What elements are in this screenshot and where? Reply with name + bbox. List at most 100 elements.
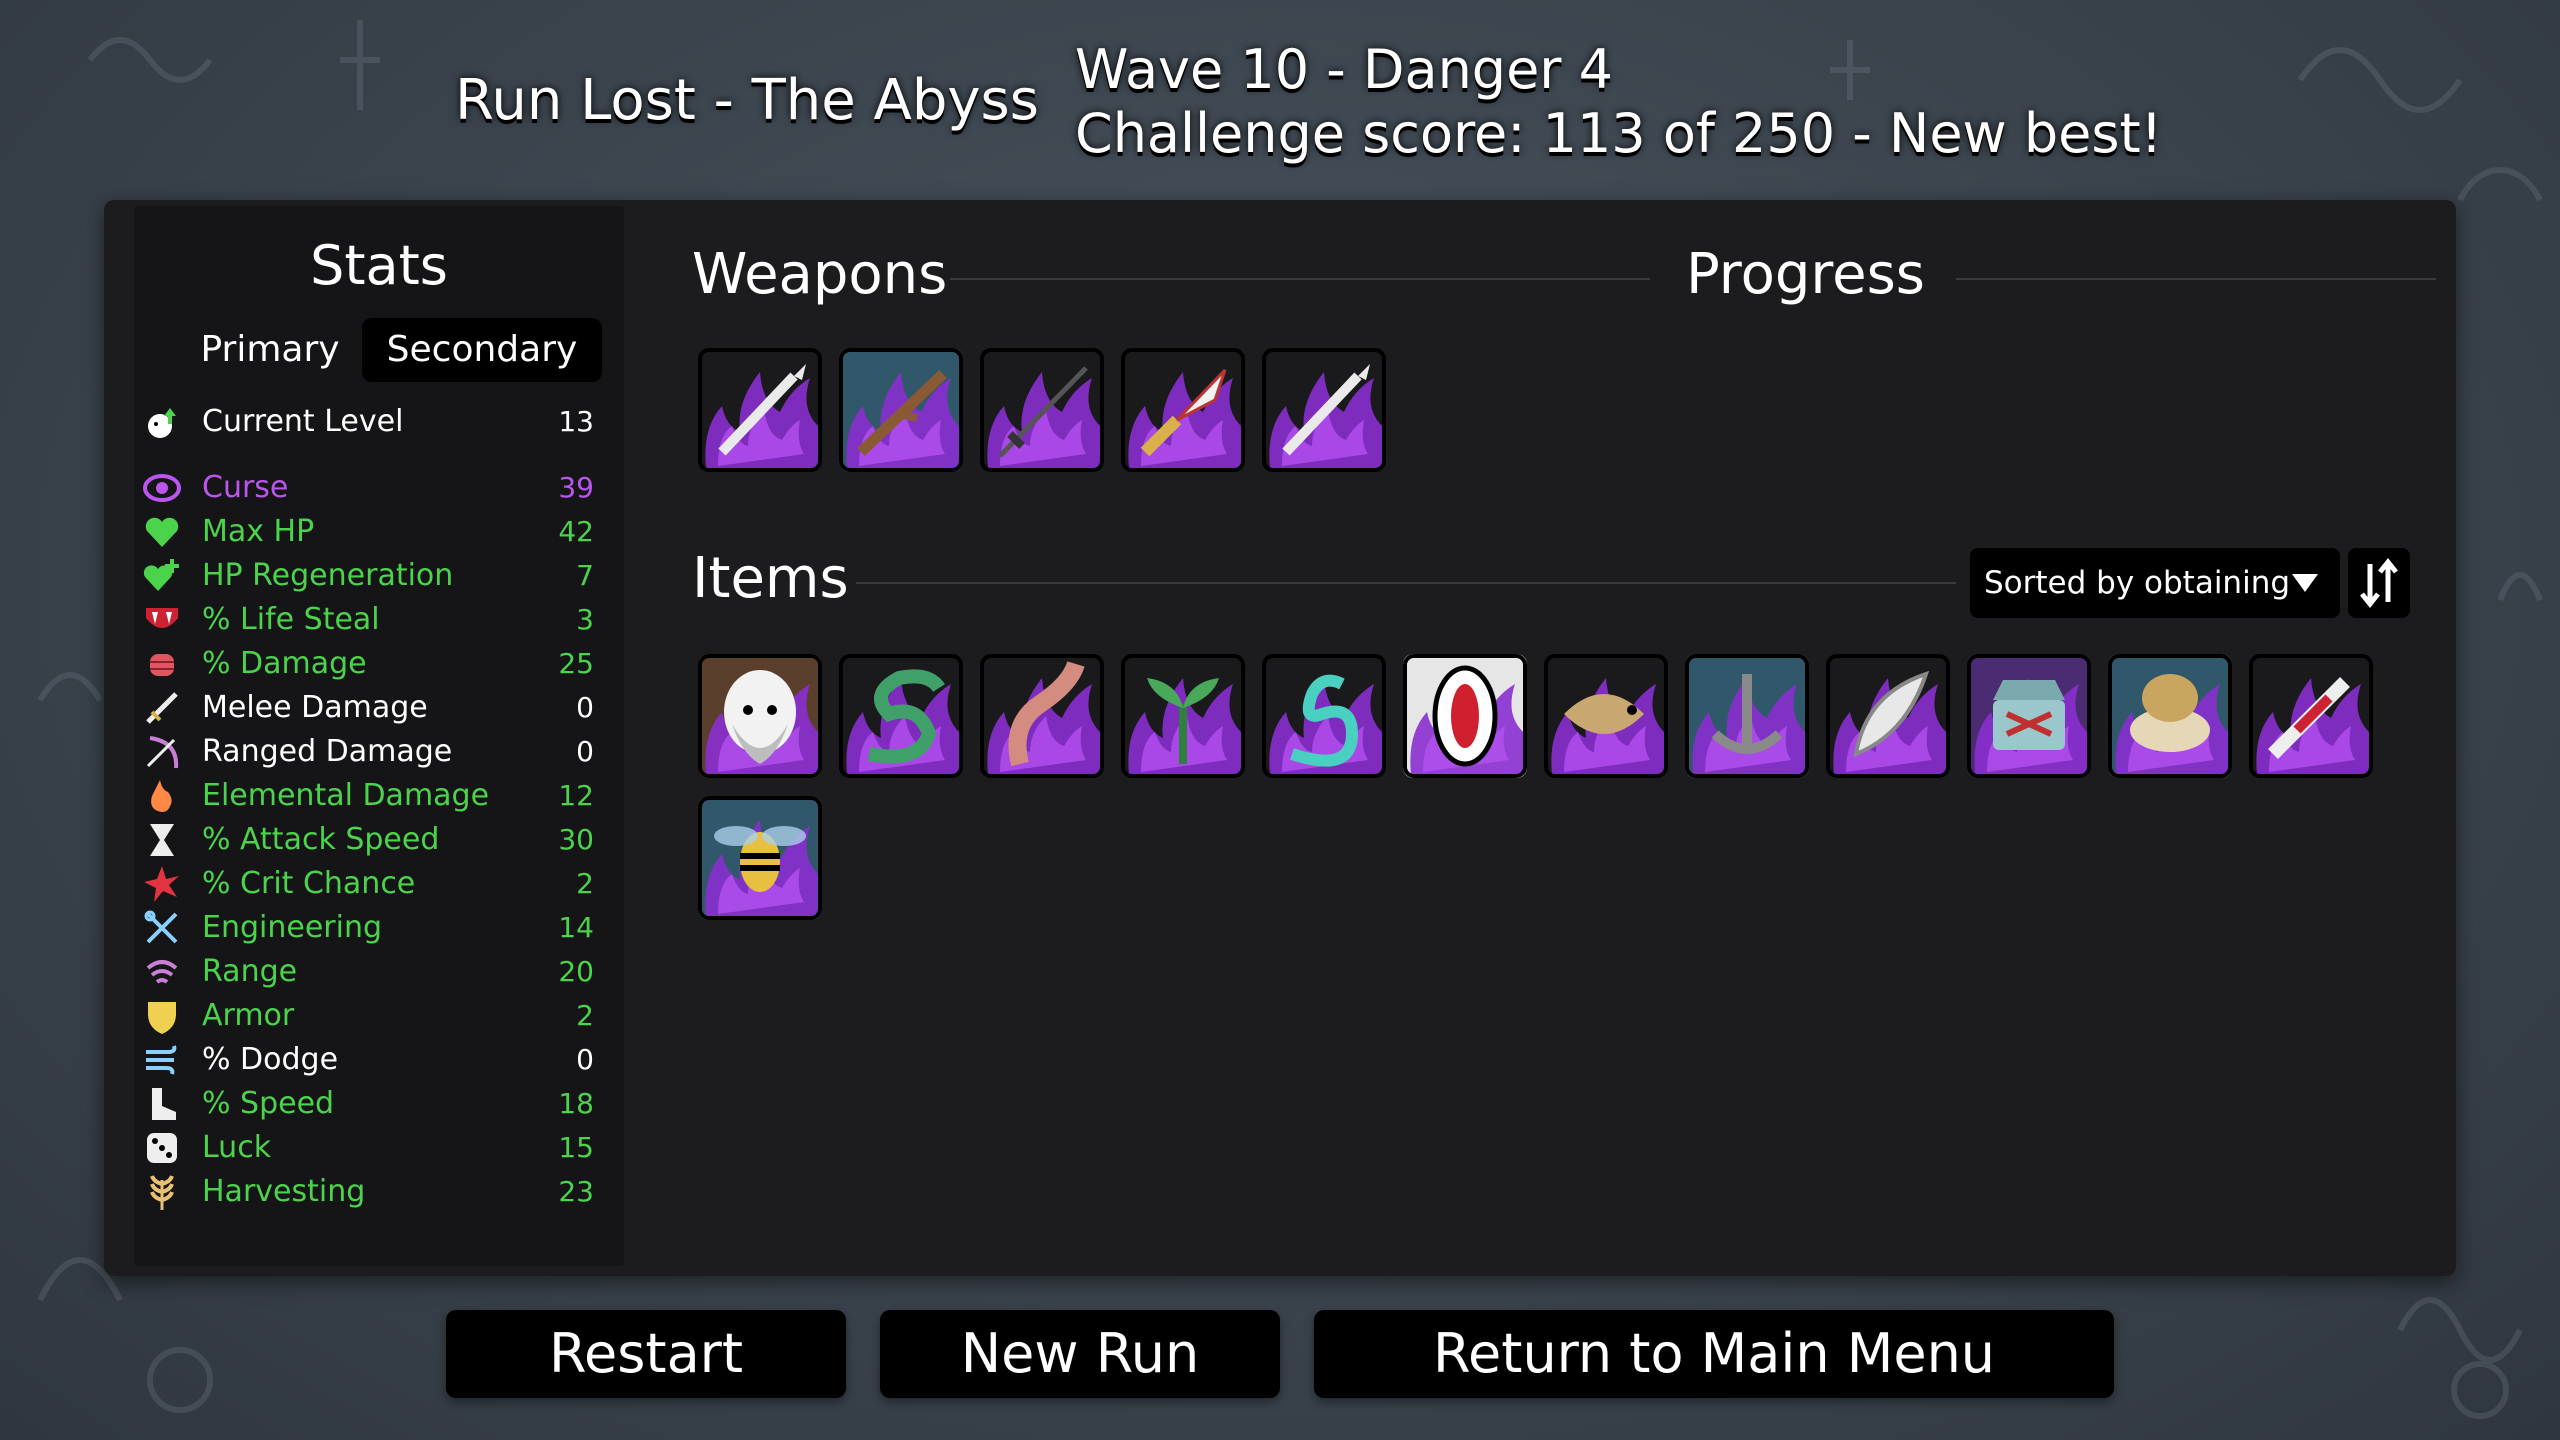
challenge-score-text: Challenge score: 113 of 250 - New best! xyxy=(1075,102,2163,165)
items-divider xyxy=(856,582,1956,584)
item-slot[interactable] xyxy=(2249,654,2373,778)
weapon-slot[interactable] xyxy=(698,348,822,472)
item-slot[interactable] xyxy=(1826,654,1950,778)
weapon-slot[interactable] xyxy=(1262,348,1386,472)
stat-label: Max HP xyxy=(202,514,315,549)
item-fish-icon xyxy=(1544,654,1668,778)
hourglass-icon xyxy=(150,824,174,856)
stat-label: Ranged Damage xyxy=(202,734,453,769)
stat-value: 0 xyxy=(576,735,594,768)
stat-label: Elemental Damage xyxy=(202,778,490,813)
run-status-title: Run Lost - The Abyss xyxy=(455,68,1039,133)
item-slot[interactable] xyxy=(1685,654,1809,778)
heart-icon xyxy=(145,517,179,547)
weapon-slot[interactable] xyxy=(980,348,1104,472)
item-slot[interactable] xyxy=(698,796,822,920)
item-bearded-egg-icon xyxy=(698,654,822,778)
stat-row: Melee Damage 0 xyxy=(134,688,624,728)
item-sea-serpent-icon xyxy=(1262,654,1386,778)
item-slot[interactable] xyxy=(2108,654,2232,778)
item-slot[interactable] xyxy=(839,654,963,778)
dice-icon xyxy=(147,1133,177,1163)
weapon-slot[interactable] xyxy=(839,348,963,472)
stat-value: 0 xyxy=(576,691,594,724)
bow-icon xyxy=(146,736,179,769)
item-sprout-icon xyxy=(1121,654,1245,778)
stat-label: Curse xyxy=(202,470,289,505)
wrench-icon xyxy=(144,910,178,944)
stat-label: Engineering xyxy=(202,910,382,945)
stat-row: Curse 39 xyxy=(134,468,624,508)
stat-row: Armor 2 xyxy=(134,996,624,1036)
item-slot[interactable] xyxy=(1967,654,2091,778)
stat-label: Harvesting xyxy=(202,1174,366,1209)
stat-value: 15 xyxy=(558,1131,594,1164)
stat-row: % Attack Speed 30 xyxy=(134,820,624,860)
stat-value: 14 xyxy=(558,911,594,944)
new-run-button[interactable]: New Run xyxy=(880,1310,1280,1398)
item-syringe-icon xyxy=(2249,654,2373,778)
stat-label: % Dodge xyxy=(202,1042,339,1077)
stat-value: 20 xyxy=(558,955,594,988)
item-anchor-chain-icon xyxy=(1685,654,1809,778)
stat-label: % Crit Chance xyxy=(202,866,416,901)
stat-label: Luck xyxy=(202,1130,272,1165)
stats-title: Stats xyxy=(310,234,448,297)
progress-title: Progress xyxy=(1686,242,1925,307)
stat-value: 2 xyxy=(576,867,594,900)
curse-eye-icon xyxy=(143,474,181,502)
item-slot[interactable] xyxy=(1403,654,1527,778)
item-slot[interactable] xyxy=(1262,654,1386,778)
stat-value: 23 xyxy=(558,1175,594,1208)
item-slot[interactable] xyxy=(1544,654,1668,778)
item-tentacle-icon xyxy=(980,654,1104,778)
stat-value: 3 xyxy=(576,603,594,636)
item-treasure-chest-icon xyxy=(1967,654,2091,778)
item-clam-shell-icon xyxy=(2108,654,2232,778)
boot-icon xyxy=(152,1088,176,1120)
tab-primary[interactable]: Primary xyxy=(170,318,370,382)
stat-row: % Crit Chance 2 xyxy=(134,864,624,904)
stat-row: % Life Steal 3 xyxy=(134,600,624,640)
run-summary-panel: Stats Primary Secondary Current Level 13 C… xyxy=(104,200,2456,1276)
return-to-main-menu-button[interactable]: Return to Main Menu xyxy=(1314,1310,2114,1398)
flame-icon xyxy=(151,780,172,812)
weapons-title: Weapons xyxy=(692,242,948,307)
weapon-spear-icon xyxy=(1262,348,1386,472)
stat-row: Engineering 14 xyxy=(134,908,624,948)
weapon-stick-icon xyxy=(839,348,963,472)
tab-secondary[interactable]: Secondary xyxy=(362,318,602,382)
stat-value: 30 xyxy=(558,823,594,856)
chevron-down-icon xyxy=(2292,574,2318,592)
stat-label: Range xyxy=(202,954,298,989)
item-slot[interactable] xyxy=(698,654,822,778)
item-slot[interactable] xyxy=(1121,654,1245,778)
sort-label: Sorted by obtaining xyxy=(1984,565,2291,601)
wave-danger-text: Wave 10 - Danger 4 xyxy=(1075,38,1614,101)
stat-value: 42 xyxy=(558,515,594,548)
stat-row: Luck 15 xyxy=(134,1128,624,1168)
stat-value: 39 xyxy=(558,471,594,504)
item-screaming-mouth-icon xyxy=(1403,654,1527,778)
stat-label: Melee Damage xyxy=(202,690,428,725)
item-slot[interactable] xyxy=(980,654,1104,778)
items-title: Items xyxy=(692,546,849,611)
stat-row: Max HP 42 xyxy=(134,512,624,552)
stat-label: % Speed xyxy=(202,1086,335,1121)
stat-label: Current Level xyxy=(202,404,404,439)
stat-label: Armor xyxy=(202,998,295,1033)
stat-row: Harvesting 23 xyxy=(134,1172,624,1212)
stat-value: 13 xyxy=(558,405,594,438)
shield-icon xyxy=(148,1002,176,1034)
weapons-divider xyxy=(950,278,1650,280)
stat-row: Ranged Damage 0 xyxy=(134,732,624,772)
sort-order-button[interactable] xyxy=(2348,548,2410,618)
fist-icon xyxy=(150,654,174,676)
sort-dropdown[interactable]: Sorted by obtaining xyxy=(1970,548,2340,618)
weapon-slot[interactable] xyxy=(1121,348,1245,472)
stat-row: Elemental Damage 12 xyxy=(134,776,624,816)
range-waves-icon xyxy=(146,960,178,984)
dodge-wind-icon xyxy=(146,1045,177,1075)
stat-value: 0 xyxy=(576,1043,594,1076)
restart-button[interactable]: Restart xyxy=(446,1310,846,1398)
